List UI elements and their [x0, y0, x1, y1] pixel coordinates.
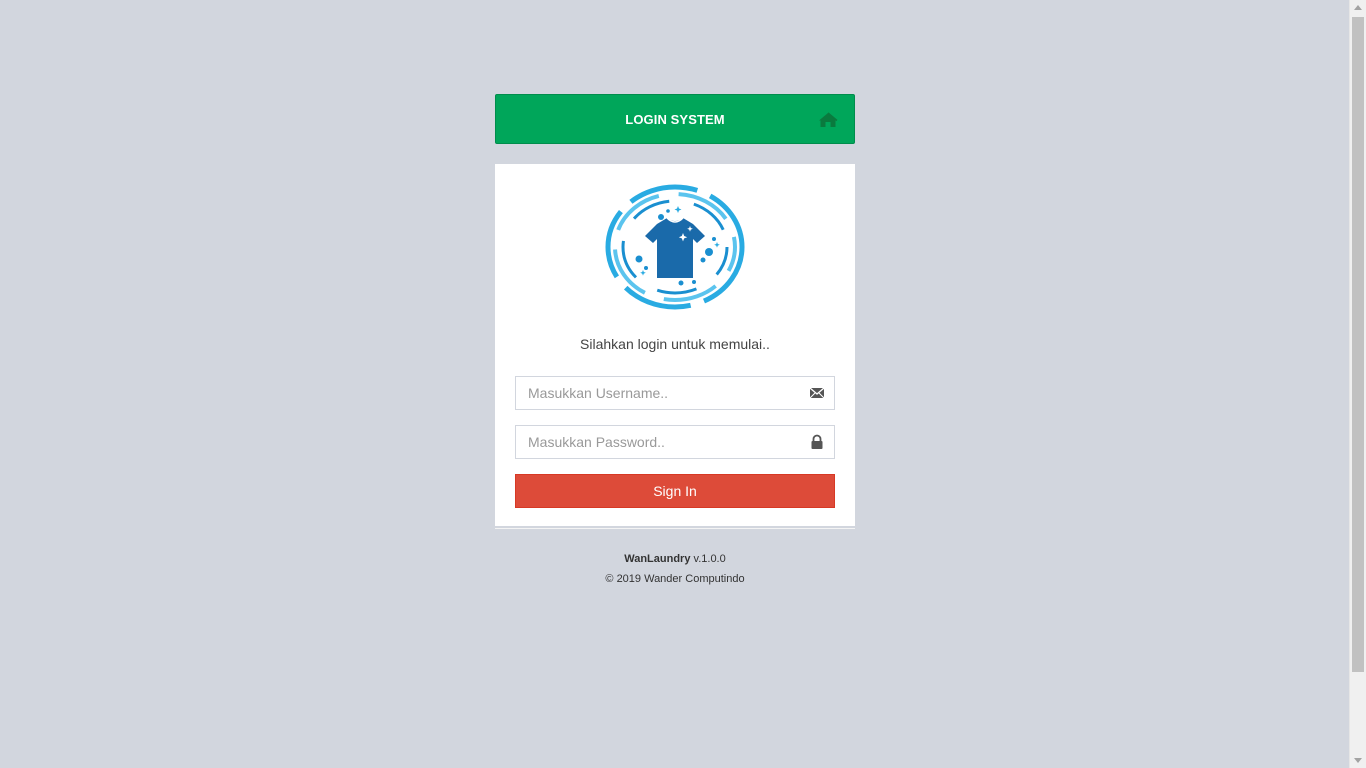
- login-card: Silahkan login untuk memulai.. Sign In: [495, 164, 855, 585]
- signin-button[interactable]: Sign In: [515, 474, 835, 508]
- laundry-logo: [515, 184, 835, 312]
- login-message: Silahkan login untuk memulai..: [580, 336, 770, 352]
- scroll-thumb[interactable]: [1352, 17, 1364, 672]
- login-title: LOGIN SYSTEM: [625, 111, 725, 127]
- app-name: WanLaundry: [624, 553, 691, 565]
- login-header: LOGIN SYSTEM: [495, 94, 855, 144]
- password-group: [515, 425, 835, 459]
- copyright-text: © 2019 Wander Computindo: [605, 573, 745, 585]
- laundry-shirt-logo: [605, 184, 745, 310]
- password-input[interactable]: [515, 425, 835, 459]
- username-group: [515, 376, 835, 410]
- app-version-line: WanLaundry v.1.0.0: [495, 549, 855, 569]
- lock-icon: [809, 434, 825, 450]
- app-version: v.1.0.0: [690, 553, 726, 565]
- envelope-icon: [809, 385, 825, 401]
- scroll-up-icon[interactable]: [1354, 5, 1362, 10]
- login-footer: WanLaundry v.1.0.0 © 2019 Wander Computi…: [495, 528, 855, 589]
- home-icon[interactable]: [818, 112, 838, 128]
- username-input[interactable]: [515, 376, 835, 410]
- scroll-down-icon[interactable]: [1354, 758, 1362, 763]
- vertical-scrollbar[interactable]: [1349, 0, 1366, 768]
- login-box: LOGIN SYSTEM Silahkan login untuk memula…: [495, 94, 855, 585]
